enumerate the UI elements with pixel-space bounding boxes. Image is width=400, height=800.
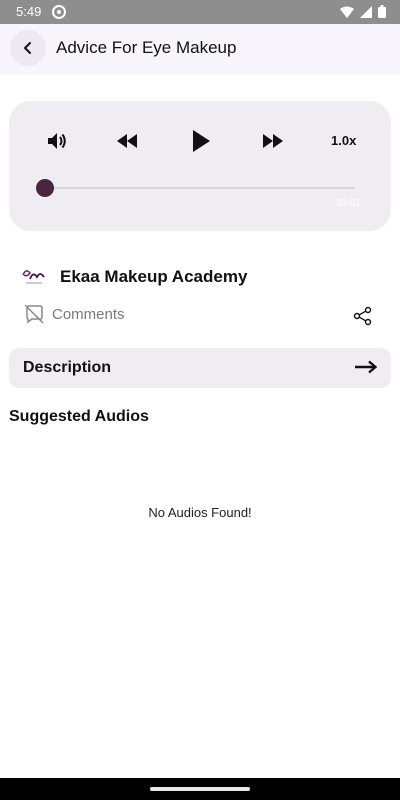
suggested-audios-heading: Suggested Audios bbox=[9, 408, 149, 425]
play-icon bbox=[193, 130, 210, 152]
channel-row[interactable]: Ekaa Makeup Academy bbox=[20, 262, 247, 292]
channel-logo bbox=[20, 263, 48, 291]
page-title: Advice For Eye Makeup bbox=[56, 38, 237, 57]
comments-row[interactable]: Comments bbox=[24, 304, 125, 324]
rewind-button[interactable] bbox=[115, 131, 139, 151]
description-bar[interactable]: Description bbox=[9, 348, 391, 388]
audio-player: 1.0x 33:01 bbox=[9, 101, 391, 231]
app-bar: Advice For Eye Makeup bbox=[0, 24, 400, 74]
seek-track[interactable] bbox=[45, 187, 355, 189]
description-label: Description bbox=[23, 359, 112, 376]
fast-forward-button[interactable] bbox=[261, 131, 285, 151]
sync-icon bbox=[52, 5, 66, 19]
wifi-icon bbox=[340, 6, 354, 18]
status-bar: 5:49 bbox=[0, 0, 400, 24]
status-icons bbox=[340, 5, 386, 18]
comments-label: Comments bbox=[52, 305, 125, 323]
play-button[interactable] bbox=[189, 127, 213, 155]
fast-forward-icon bbox=[263, 134, 283, 148]
back-button[interactable] bbox=[10, 30, 46, 66]
seek-thumb[interactable] bbox=[36, 179, 54, 197]
duration-label: 33:01 bbox=[335, 198, 361, 209]
chevron-left-icon bbox=[24, 42, 31, 54]
volume-button[interactable] bbox=[45, 129, 69, 153]
battery-icon bbox=[378, 5, 386, 18]
empty-state-message: No Audios Found! bbox=[148, 505, 252, 520]
playback-speed-button[interactable]: 1.0x bbox=[331, 133, 356, 148]
share-icon bbox=[353, 306, 372, 326]
home-gesture-handle[interactable] bbox=[150, 787, 250, 791]
share-button[interactable] bbox=[353, 306, 373, 326]
signal-icon bbox=[360, 5, 372, 18]
status-time: 5:49 bbox=[16, 4, 42, 19]
rewind-icon bbox=[117, 134, 137, 148]
navigation-bar bbox=[0, 778, 400, 800]
volume-icon bbox=[48, 133, 66, 149]
channel-logo-mark bbox=[22, 270, 45, 284]
arrow-right-icon bbox=[355, 360, 377, 374]
channel-name: Ekaa Makeup Academy bbox=[60, 267, 248, 286]
comments-disabled-icon bbox=[24, 304, 44, 324]
